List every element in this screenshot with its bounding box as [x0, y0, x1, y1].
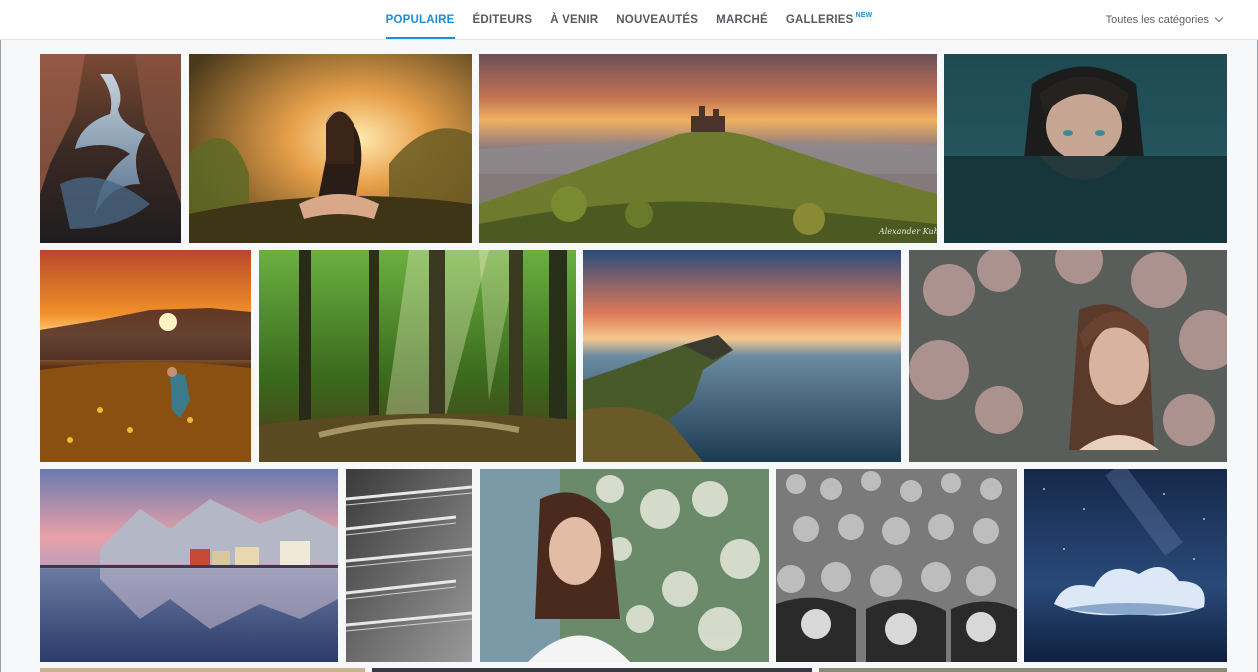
category-tabs: POPULAIRE ÉDITEURS À VENIR NOUVEAUTÉS MA… [0, 0, 1258, 40]
photo-forest-sunbeams[interactable] [259, 250, 576, 462]
new-badge: NEW [855, 11, 873, 19]
photo-watermark: Alexander Kuhl [878, 227, 937, 236]
photo-partial-1[interactable] [40, 668, 365, 672]
photo-cloud-milky-way[interactable] [1024, 469, 1227, 662]
tab-a-venir[interactable]: À VENIR [550, 0, 598, 40]
tab-galleries[interactable]: GALLERIES NEW [786, 0, 873, 40]
photo-staircase-abstract[interactable] [346, 469, 472, 662]
photo-woman-grass-sunset[interactable] [189, 54, 472, 243]
category-dropdown[interactable]: Toutes les catégories [1105, 0, 1224, 40]
tab-editeurs[interactable]: ÉDITEURS [473, 0, 533, 40]
category-dropdown-label: Toutes les catégories [1105, 14, 1209, 26]
photo-partial-2[interactable] [372, 668, 812, 672]
top-navigation-bar: POPULAIRE ÉDITEURS À VENIR NOUVEAUTÉS MA… [0, 0, 1258, 40]
photo-woman-in-water[interactable] [944, 54, 1227, 243]
photo-coastal-cliff[interactable] [583, 250, 901, 462]
chevron-down-icon [1214, 13, 1224, 23]
tab-marche[interactable]: MARCHÉ [716, 0, 768, 40]
photo-woman-pink-blossoms[interactable] [909, 250, 1227, 462]
photo-partial-3[interactable] [819, 668, 1227, 672]
photo-crowd-children[interactable] [776, 469, 1017, 662]
photo-girl-golden-field[interactable] [40, 250, 251, 462]
photo-castle-on-hill[interactable]: Alexander Kuhl [479, 54, 937, 243]
window-border-left [0, 0, 1, 672]
tab-nouveautes[interactable]: NOUVEAUTÉS [616, 0, 698, 40]
photo-canyon-stream[interactable] [40, 54, 181, 243]
photo-mountain-harbor[interactable] [40, 469, 338, 662]
tab-populaire[interactable]: POPULAIRE [385, 0, 455, 40]
photo-woman-white-flowers[interactable] [480, 469, 769, 662]
